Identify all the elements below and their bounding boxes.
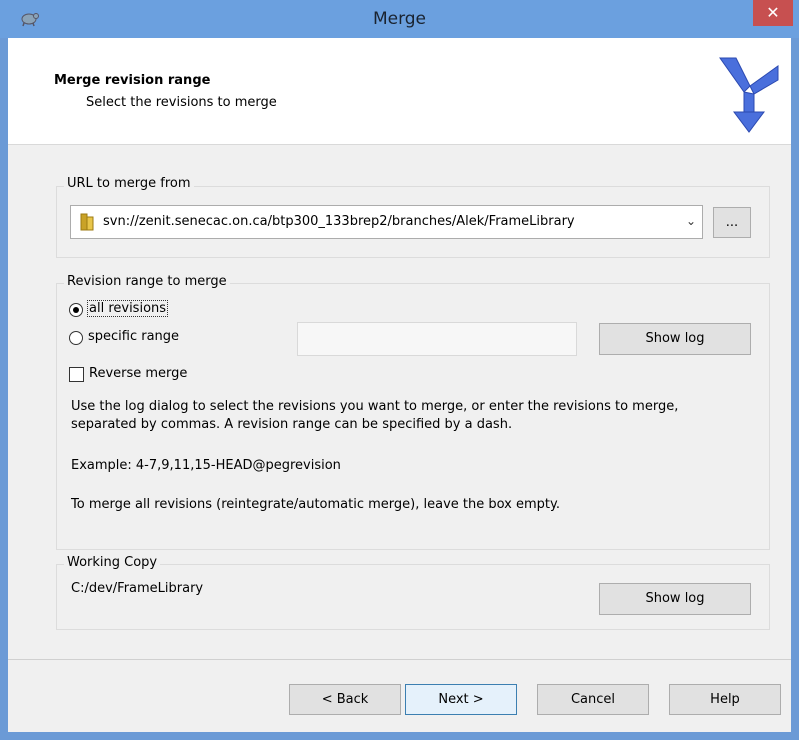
all-revisions-label[interactable]: all revisions (86, 300, 169, 317)
example-text: Example: 4-7,9,11,15-HEAD@pegrevision (71, 458, 341, 473)
browse-label: ... (725, 215, 739, 230)
merge-arrows-icon (719, 57, 779, 133)
help-button[interactable]: Help (669, 684, 781, 715)
page-title: Merge revision range (54, 73, 211, 88)
url-value: svn://zenit.senecac.on.ca/btp300_133brep… (103, 214, 575, 229)
revision-range-label: Revision range to merge (64, 274, 230, 289)
wizard-header: Merge revision range Select the revision… (8, 38, 791, 145)
back-label: < Back (321, 692, 369, 707)
show-log-label: Show log (645, 331, 705, 346)
specific-range-label[interactable]: specific range (88, 329, 179, 344)
working-copy-show-log-label: Show log (645, 591, 705, 606)
folder-icon (80, 213, 94, 231)
reverse-merge-label[interactable]: Reverse merge (89, 366, 187, 381)
cancel-button[interactable]: Cancel (537, 684, 649, 715)
title-bar[interactable]: Merge ✕ (0, 0, 799, 38)
help-text: Use the log dialog to select the revisio… (71, 399, 679, 432)
next-button[interactable]: Next > (405, 684, 517, 715)
reverse-merge-checkbox[interactable] (69, 367, 84, 382)
next-label: Next > (438, 692, 484, 707)
revision-range-input[interactable] (297, 322, 577, 356)
chevron-down-icon[interactable]: ⌄ (686, 214, 696, 228)
help-label: Help (710, 692, 740, 707)
all-revisions-radio[interactable] (69, 303, 83, 317)
page-subtitle: Select the revisions to merge (86, 95, 277, 110)
close-button[interactable]: ✕ (753, 0, 793, 26)
url-group-label: URL to merge from (64, 176, 194, 191)
working-copy-label: Working Copy (64, 555, 161, 570)
working-copy-show-log-button[interactable]: Show log (599, 583, 751, 615)
browse-url-button[interactable]: ... (713, 207, 751, 238)
merge-dialog: Merge ✕ Merge revision range Select the … (0, 0, 799, 740)
window-title: Merge (372, 9, 427, 29)
show-log-button[interactable]: Show log (599, 323, 751, 355)
url-combobox[interactable]: svn://zenit.senecac.on.ca/btp300_133brep… (70, 205, 703, 239)
empty-hint-text: To merge all revisions (reintegrate/auto… (71, 497, 560, 512)
back-button[interactable]: < Back (289, 684, 401, 715)
specific-range-radio[interactable] (69, 331, 83, 345)
cancel-label: Cancel (570, 692, 616, 707)
working-copy-path: C:/dev/FrameLibrary (71, 581, 204, 596)
